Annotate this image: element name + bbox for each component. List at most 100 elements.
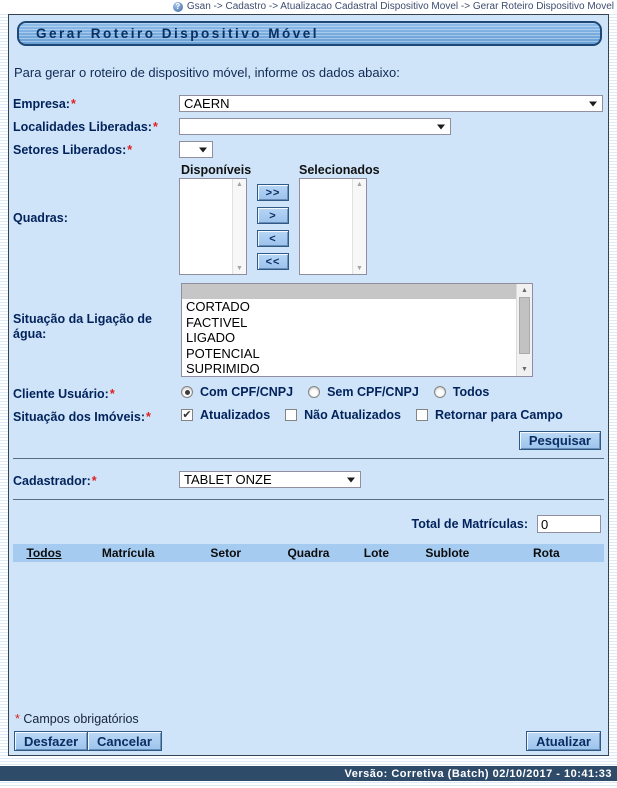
divider [13,499,604,500]
required-note-text: Campos obrigatórios [20,712,139,726]
scroll-down-icon[interactable]: ▼ [356,265,363,272]
dropdown-arrow-icon [589,101,597,106]
checkbox-label: Atualizados [200,408,270,422]
total-matriculas-value: 0 [541,517,548,532]
checkbox-retornar-campo[interactable]: Retornar para Campo [416,408,563,422]
atualizar-button[interactable]: Atualizar [526,731,601,751]
localidades-label-text: Localidades Liberadas: [13,120,152,134]
radio-label: Todos [453,385,490,399]
total-matriculas-label: Total de Matrículas: [412,517,528,531]
column-header-setor: Setor [181,546,270,560]
scrollbar[interactable]: ▲ ▼ [352,179,366,274]
checkbox-atualizados[interactable]: ✔ Atualizados [181,408,270,422]
scroll-down-icon[interactable]: ▼ [517,366,532,373]
listbox-option[interactable]: SUPRIMIDO [182,361,516,376]
cadastrador-select[interactable]: TABLET ONZE [179,471,361,488]
form-panel: Gerar Roteiro Dispositivo Móvel Para ger… [8,14,609,756]
localidades-select[interactable] [179,118,451,135]
quadras-disponiveis-label: Disponíveis [181,163,251,177]
move-all-left-button[interactable]: << [257,253,289,270]
radio-dot [185,390,190,395]
listbox-option[interactable]: CORTADO [182,299,516,314]
column-header-sublote: Sublote [406,546,489,560]
required-asterisk: * [146,410,151,424]
setores-label-text: Setores Liberados: [13,143,126,157]
listbox-option[interactable]: LIGADO [182,330,516,345]
checkbox-icon[interactable] [285,409,297,421]
intro-text: Para gerar o roteiro de dispositivo móve… [14,65,400,80]
radio-icon[interactable] [308,386,320,398]
situacao-imoveis-label: Situação dos Imóveis:* [13,410,151,424]
column-header-rota: Rota [489,546,604,560]
radio-label: Sem CPF/CNPJ [327,385,419,399]
required-asterisk: * [153,120,158,134]
dropdown-arrow-icon [437,124,445,129]
checkbox-label: Não Atualizados [304,408,401,422]
dropdown-arrow-icon [347,477,355,482]
column-header-quadra: Quadra [270,546,347,560]
listbox-option-blank[interactable] [182,284,516,299]
required-asterisk: * [92,474,97,488]
empresa-label: Empresa:* [13,97,76,111]
radio-icon-checked[interactable] [181,386,193,398]
cadastrador-label-text: Cadastrador: [13,474,91,488]
desfazer-button[interactable]: Desfazer [14,731,88,751]
radio-label: Com CPF/CNPJ [200,385,293,399]
dropdown-arrow-icon [199,147,207,152]
empresa-select-value: CAERN [184,96,230,111]
divider [13,458,604,459]
checkbox-nao-atualizados[interactable]: Não Atualizados [285,408,401,422]
title-bar: Gerar Roteiro Dispositivo Móvel [17,21,602,46]
checkbox-icon[interactable] [416,409,428,421]
situacao-ligacao-listbox[interactable]: CORTADO FACTIVEL LIGADO POTENCIAL SUPRIM… [181,283,533,377]
situacao-imoveis-checkbox-group: ✔ Atualizados Não Atualizados Retornar p… [181,408,563,422]
checkbox-label: Retornar para Campo [435,408,563,422]
listbox-option[interactable]: POTENCIAL [182,346,516,361]
empresa-select[interactable]: CAERN [179,95,603,112]
scrollbar[interactable]: ▲ ▼ [232,179,246,274]
radio-icon[interactable] [434,386,446,398]
setores-label: Setores Liberados:* [13,143,132,157]
scroll-up-icon[interactable]: ▲ [236,181,243,188]
quadras-selecionados-list[interactable]: ▲ ▼ [299,178,367,275]
column-header-matricula: Matrícula [75,546,181,560]
move-all-right-button[interactable]: >> [257,184,289,201]
breadcrumb-text: Gsan -> Cadastro -> Atualizacao Cadastra… [187,1,614,12]
cancelar-button[interactable]: Cancelar [87,731,162,751]
empresa-label-text: Empresa: [13,97,70,111]
radio-todos[interactable]: Todos [434,385,490,399]
pesquisar-button[interactable]: Pesquisar [519,431,601,450]
scroll-up-icon[interactable]: ▲ [356,181,363,188]
required-asterisk: * [127,143,132,157]
move-right-button[interactable]: > [257,207,289,224]
help-icon[interactable]: ? [173,2,183,12]
radio-sem-cpf-cnpj[interactable]: Sem CPF/CNPJ [308,385,419,399]
checkmark-icon: ✔ [182,409,191,421]
scrollbar[interactable]: ▲ ▼ [516,284,532,376]
total-matriculas-input[interactable]: 0 [537,515,601,533]
scroll-up-icon[interactable]: ▲ [517,287,532,294]
version-text: Versão: Corretiva (Batch) 02/10/2017 - 1… [345,768,612,780]
quadras-selecionados-label: Selecionados [299,163,380,177]
quadras-disponiveis-list[interactable]: ▲ ▼ [179,178,247,275]
cadastrador-select-value: TABLET ONZE [184,472,272,487]
page: ? Gsan -> Cadastro -> Atualizacao Cadast… [0,0,617,788]
cadastrador-label: Cadastrador:* [13,474,97,488]
checkbox-icon-checked[interactable]: ✔ [181,409,193,421]
breadcrumb: ? Gsan -> Cadastro -> Atualizacao Cadast… [0,0,617,13]
column-header-todos[interactable]: Todos [13,546,75,560]
quadras-label: Quadras: [13,211,68,225]
footer-version-bar: Versão: Corretiva (Batch) 02/10/2017 - 1… [0,766,617,781]
listbox-option[interactable]: FACTIVEL [182,315,516,330]
localidades-label: Localidades Liberadas:* [13,120,158,134]
situacao-imoveis-label-text: Situação dos Imóveis: [13,410,145,424]
cliente-usuario-label-text: Cliente Usuário: [13,387,109,401]
scroll-down-icon[interactable]: ▼ [236,265,243,272]
column-header-lote: Lote [347,546,406,560]
situacao-ligacao-label: Situação da Ligação de água: [13,312,169,342]
required-fields-note: * Campos obrigatórios [14,712,139,726]
move-left-button[interactable]: < [257,230,289,247]
setores-select[interactable] [179,141,213,158]
radio-com-cpf-cnpj[interactable]: Com CPF/CNPJ [181,385,293,399]
scrollbar-thumb[interactable] [519,297,530,354]
